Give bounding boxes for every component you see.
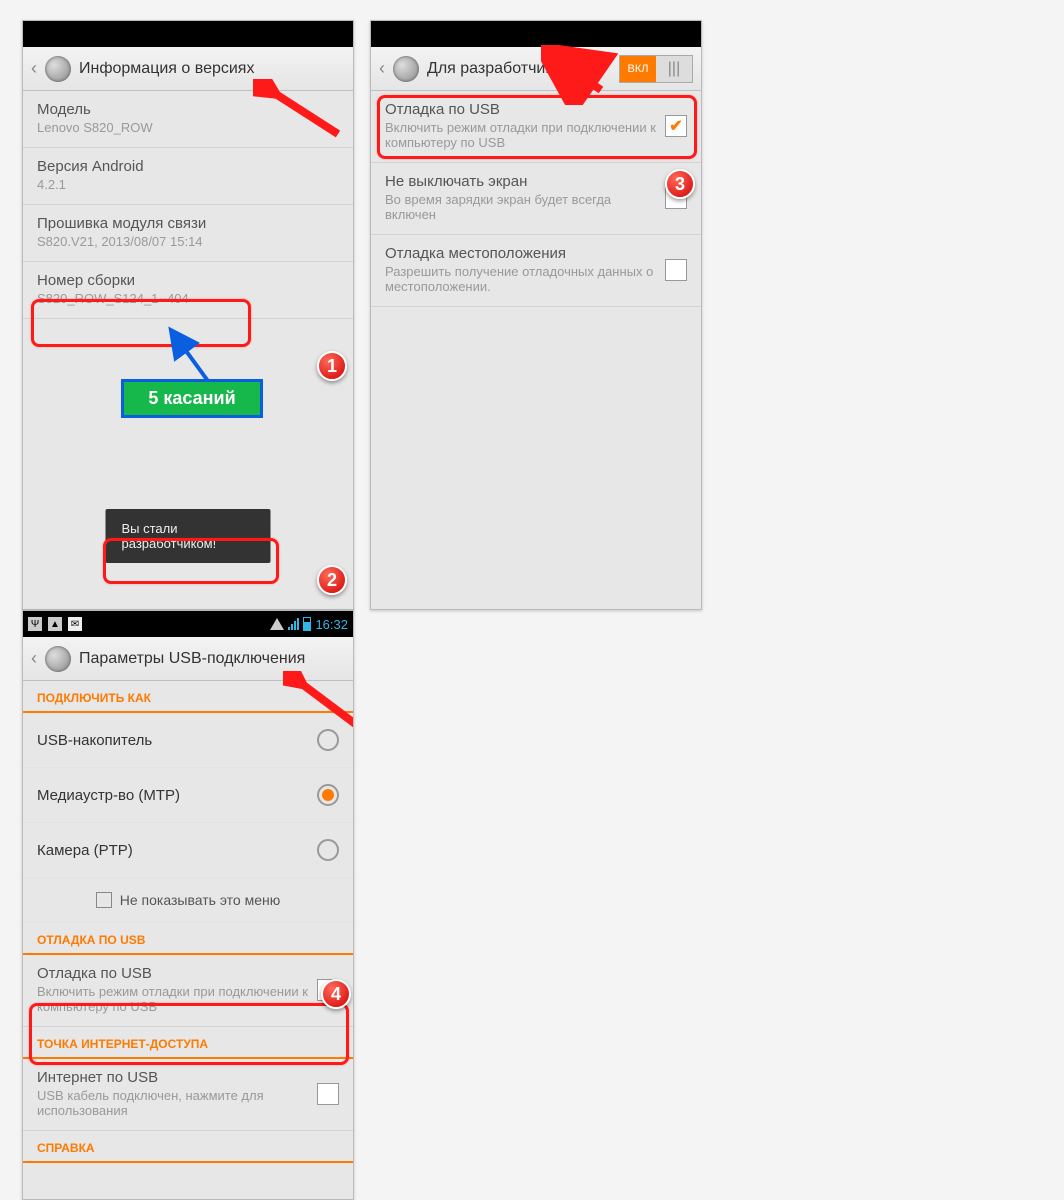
- desc-usb-debug-p3: Включить режим отладки при подключении к…: [37, 984, 309, 1014]
- status-bar: [371, 21, 701, 47]
- row-stay-awake[interactable]: Не выключать экран Во время зарядки экра…: [371, 163, 701, 235]
- image-icon: ▲: [48, 617, 62, 631]
- row-mock-loc[interactable]: Отладка местоположения Разрешить получен…: [371, 235, 701, 307]
- settings-icon: [45, 646, 71, 672]
- radio-mtp[interactable]: [317, 784, 339, 806]
- clock: 16:32: [315, 617, 348, 632]
- section-connect-as: ПОДКЛЮЧИТЬ КАК: [23, 681, 353, 713]
- settings-icon: [45, 56, 71, 82]
- dev-toggle[interactable]: ВКЛ |||: [619, 55, 693, 83]
- annotation-badge-2: 2: [317, 565, 347, 595]
- toast-developer: Вы стали разработчиком!: [106, 509, 271, 563]
- label-baseband: Прошивка модуля связи: [37, 215, 339, 232]
- checkbox-tether[interactable]: [317, 1083, 339, 1105]
- usb-icon: Ψ: [28, 617, 42, 631]
- checkbox-mock-loc[interactable]: [665, 259, 687, 281]
- screenshot-usb-params: Ψ ▲ ✉ 16:32 ‹ Параметры USB-подключения …: [22, 610, 354, 1200]
- checkbox-dont-show[interactable]: [96, 892, 112, 908]
- row-usb-debug[interactable]: Отладка по USB Включить режим отладки пр…: [371, 91, 701, 163]
- screenshot-developer-options: ‹ Для разработчик… ВКЛ ||| Отладка по US…: [370, 20, 702, 610]
- checkbox-usb-debug[interactable]: [665, 115, 687, 137]
- header-title: Для разработчик…: [427, 60, 611, 78]
- label-tether: Интернет по USB: [37, 1069, 309, 1086]
- label-ums: USB-накопитель: [37, 732, 317, 749]
- annotation-hint-taps: 5 касаний: [121, 379, 263, 418]
- signal-icon: [288, 618, 299, 630]
- status-bar: [23, 21, 353, 47]
- back-icon[interactable]: ‹: [31, 648, 37, 669]
- value-build: S820_ROW_S124_1··404: [37, 291, 339, 306]
- mail-icon: ✉: [68, 617, 82, 631]
- row-tether[interactable]: Интернет по USB USB кабель подключен, на…: [23, 1059, 353, 1131]
- label-model: Модель: [37, 101, 339, 118]
- label-mock-loc: Отладка местоположения: [385, 245, 657, 262]
- radio-ptp[interactable]: [317, 839, 339, 861]
- label-ptp: Камера (PTP): [37, 842, 317, 859]
- back-icon[interactable]: ‹: [379, 58, 385, 79]
- value-android: 4.2.1: [37, 177, 339, 192]
- row-dont-show[interactable]: Не показывать это меню: [23, 878, 353, 923]
- info-row-baseband: Прошивка модуля связи S820.V21, 2013/08/…: [23, 205, 353, 262]
- info-row-android: Версия Android 4.2.1: [23, 148, 353, 205]
- section-usb-debug: ОТЛАДКА ПО USB: [23, 923, 353, 955]
- battery-icon: [303, 617, 311, 631]
- header-usb: ‹ Параметры USB-подключения: [23, 637, 353, 681]
- radio-ums[interactable]: [317, 729, 339, 751]
- checkbox-stay-awake[interactable]: [665, 187, 687, 209]
- label-build: Номер сборки: [37, 272, 339, 289]
- label-android: Версия Android: [37, 158, 339, 175]
- arrow-blue-icon: [168, 323, 248, 393]
- section-tether: ТОЧКА ИНТЕРНЕТ-ДОСТУПА: [23, 1027, 353, 1059]
- value-model: Lenovo S820_ROW: [37, 120, 339, 135]
- header-dev: ‹ Для разработчик… ВКЛ |||: [371, 47, 701, 91]
- header-title: Параметры USB-подключения: [79, 650, 345, 668]
- toggle-on-label: ВКЛ: [620, 56, 656, 82]
- checkbox-usb-debug-p3[interactable]: [317, 979, 339, 1001]
- desc-stay-awake: Во время зарядки экран будет всегда вклю…: [385, 192, 657, 222]
- label-usb-debug-p3: Отладка по USB: [37, 965, 309, 982]
- section-help: СПРАВКА: [23, 1131, 353, 1163]
- radio-row-ptp[interactable]: Камера (PTP): [23, 823, 353, 878]
- status-bar: Ψ ▲ ✉ 16:32: [23, 611, 353, 637]
- info-row-build[interactable]: Номер сборки S820_ROW_S124_1··404: [23, 262, 353, 319]
- desc-usb-debug: Включить режим отладки при подключении к…: [385, 120, 657, 150]
- label-mtp: Медиаустр-во (MTP): [37, 787, 317, 804]
- label-dont-show: Не показывать это меню: [120, 892, 280, 908]
- desc-tether: USB кабель подключен, нажмите для исполь…: [37, 1088, 309, 1118]
- screenshot-version-info: ‹ Информация о версиях Модель Lenovo S82…: [22, 20, 354, 610]
- row-usb-debug-p3[interactable]: Отладка по USB Включить режим отладки пр…: [23, 955, 353, 1027]
- label-usb-debug: Отладка по USB: [385, 101, 657, 118]
- back-icon[interactable]: ‹: [31, 58, 37, 79]
- header-version: ‹ Информация о версиях: [23, 47, 353, 91]
- radio-row-ums[interactable]: USB-накопитель: [23, 713, 353, 768]
- annotation-badge-1: 1: [317, 351, 347, 381]
- wifi-icon: [270, 618, 284, 630]
- value-baseband: S820.V21, 2013/08/07 15:14: [37, 234, 339, 249]
- label-stay-awake: Не выключать экран: [385, 173, 657, 190]
- header-title: Информация о версиях: [79, 60, 345, 78]
- radio-row-mtp[interactable]: Медиаустр-во (MTP): [23, 768, 353, 823]
- info-row-model: Модель Lenovo S820_ROW: [23, 91, 353, 148]
- desc-mock-loc: Разрешить получение отладочных данных о …: [385, 264, 657, 294]
- settings-icon: [393, 56, 419, 82]
- toggle-off: |||: [656, 56, 692, 82]
